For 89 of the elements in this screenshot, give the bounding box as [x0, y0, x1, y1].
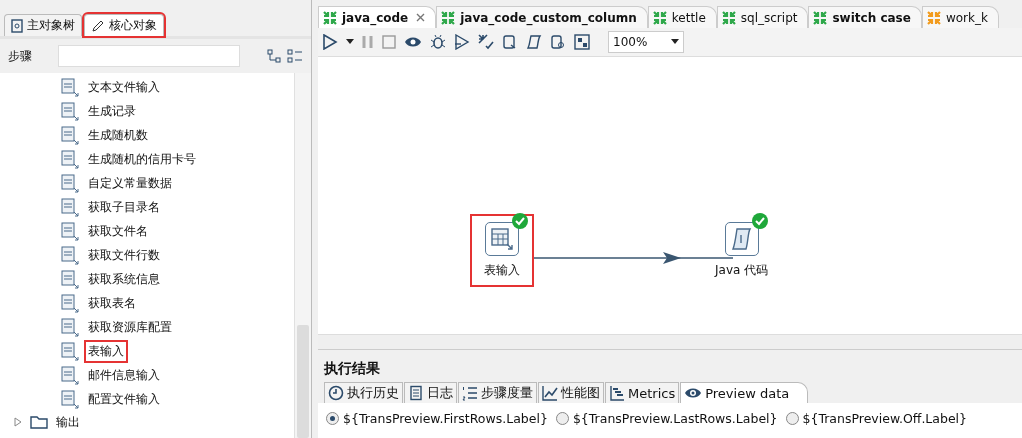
step-item[interactable]: 生成随机数 [86, 125, 150, 145]
radio-button[interactable] [326, 412, 339, 425]
editor-tab[interactable]: switch case [808, 6, 922, 28]
step-icon [60, 221, 80, 241]
node-label: 表输入 [484, 262, 520, 279]
step-icon [60, 341, 80, 361]
panel-tab[interactable]: 核心对象 [84, 14, 164, 36]
step-icon [60, 389, 80, 409]
step-item[interactable]: 自定义常量数据 [86, 173, 174, 193]
step-item[interactable]: 邮件信息输入 [86, 365, 162, 385]
clock-icon [328, 385, 344, 401]
radio-label[interactable]: ${TransPreview.Off.Label} [802, 411, 968, 426]
preview-icon[interactable] [404, 35, 422, 49]
arrows-icon [925, 9, 942, 26]
step-icon [60, 293, 80, 313]
step-icon [60, 173, 80, 193]
step-icon [60, 269, 80, 289]
step-node[interactable]: 表输入 [472, 216, 532, 285]
step-item[interactable]: 获取资源库配置 [86, 317, 174, 337]
editor-tab[interactable]: java_code_custom_column [436, 6, 648, 28]
editor-tab[interactable]: work_k [921, 6, 999, 28]
align-icon[interactable] [574, 34, 590, 50]
close-icon[interactable] [416, 13, 426, 22]
results-tab[interactable]: Preview data [680, 382, 809, 403]
arrows-icon [440, 9, 457, 26]
step-item[interactable]: 获取文件行数 [86, 245, 162, 265]
run-icon[interactable] [322, 34, 338, 50]
radio-label[interactable]: ${TransPreview.LastRows.Label} [572, 411, 778, 426]
document-icon [408, 385, 424, 401]
dropdown-caret-icon[interactable] [671, 39, 679, 45]
step-item[interactable]: 获取子目录名 [86, 197, 162, 217]
table-icon [489, 226, 515, 252]
step-item[interactable]: 表输入 [86, 341, 126, 361]
expand-arrow-icon[interactable] [14, 417, 22, 427]
editor-tab[interactable]: java_code [318, 6, 437, 28]
step-icon [60, 245, 80, 265]
arrows-icon [812, 9, 829, 26]
list-view-icon[interactable] [287, 49, 303, 63]
scrollbar[interactable] [294, 73, 311, 438]
step-node[interactable]: Java 代码 [703, 216, 781, 285]
step-icon [60, 101, 80, 121]
dropdown-caret-icon[interactable] [346, 39, 354, 45]
gantt-icon [609, 385, 625, 401]
results-tab[interactable]: 执行历史 [324, 382, 403, 403]
step-item[interactable]: 生成随机的信用卡号 [86, 149, 198, 169]
database-icon[interactable] [502, 34, 518, 50]
replay-icon[interactable] [454, 34, 470, 50]
radio-label[interactable]: ${TransPreview.FirstRows.Label} [343, 411, 548, 426]
step-item[interactable]: 生成记录 [86, 101, 138, 121]
step-icon [60, 149, 80, 169]
arrows-icon [720, 9, 737, 26]
step-icon [60, 317, 80, 337]
step-icon [60, 365, 80, 385]
node-label: Java 代码 [715, 262, 769, 279]
editor-tab[interactable]: sql_script [716, 6, 809, 28]
folder-icon [30, 415, 48, 429]
results-tab[interactable]: 日志 [404, 382, 457, 403]
arrows-icon [651, 9, 668, 26]
tree-view-icon[interactable] [267, 49, 281, 63]
results-tab[interactable]: 步骤度量 [458, 382, 537, 403]
step-item[interactable]: 获取表名 [86, 293, 138, 313]
verify-icon[interactable] [478, 34, 494, 50]
results-tab[interactable]: Metrics [605, 382, 680, 403]
radio-button[interactable] [785, 412, 799, 425]
arrows-icon [322, 9, 338, 26]
step-icon [60, 125, 80, 145]
search-label: 步骤 [8, 47, 32, 65]
bug-icon[interactable] [430, 34, 446, 50]
search-document-icon [11, 18, 23, 33]
results-tab[interactable]: 性能图 [538, 382, 604, 403]
numbered-list-icon [462, 385, 478, 401]
panel-tab[interactable]: 主对象树 [4, 14, 82, 36]
line-chart-icon [542, 385, 558, 401]
zoom-dropdown[interactable]: 100% [608, 31, 684, 53]
step-item[interactable]: 配置文件输入 [86, 389, 162, 409]
step-item[interactable]: 获取文件名 [86, 221, 150, 241]
editor-tab[interactable]: kettle [647, 6, 717, 28]
horizontal-scrollbar[interactable] [318, 334, 1022, 350]
step-icon [60, 77, 80, 97]
folder-item[interactable]: 输出 [56, 413, 80, 431]
eye-icon [684, 386, 703, 400]
step-icon [60, 197, 80, 217]
step-item[interactable]: 文本文件输入 [86, 77, 162, 97]
database-search-icon[interactable] [550, 34, 566, 50]
search-field[interactable] [58, 45, 240, 67]
radio-button[interactable] [555, 412, 569, 425]
step-item[interactable]: 获取系统信息 [86, 269, 162, 289]
pencil-icon [91, 18, 105, 33]
script-icon[interactable] [526, 34, 542, 50]
